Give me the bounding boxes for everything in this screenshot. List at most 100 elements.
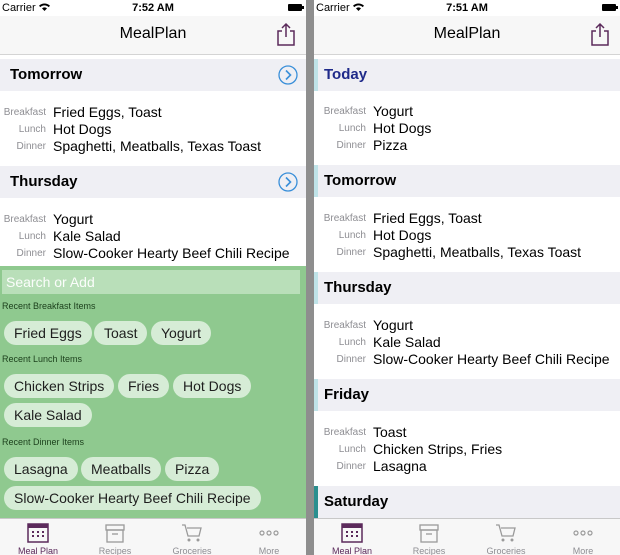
meal-row-breakfast[interactable]: Breakfast Toast [314, 424, 620, 441]
meal-value: Yogurt [373, 317, 413, 333]
meal-label: Dinner [336, 140, 366, 151]
tab-meal-plan[interactable]: Meal Plan [0, 519, 76, 555]
nav-title: MealPlan [119, 25, 187, 42]
meal-row-lunch[interactable]: Lunch Chicken Strips, Fries [314, 441, 620, 458]
chevron-right-icon[interactable] [278, 65, 298, 85]
meal-label: Breakfast [323, 320, 366, 331]
day-accent-bar [314, 165, 318, 197]
meal-row-lunch[interactable]: Lunch Hot Dogs [314, 120, 620, 137]
battery-icon [602, 4, 618, 11]
chip-meatballs[interactable]: Meatballs [81, 457, 161, 481]
day-accent-bar [314, 379, 318, 411]
tab-bar: Meal Plan Recipes Groceries More [314, 518, 620, 555]
tab-recipes[interactable]: Recipes [77, 519, 153, 555]
meal-row-breakfast[interactable]: Breakfast Yogurt [314, 103, 620, 120]
recent-dinner-title: Recent Dinner Items [2, 437, 85, 447]
meal-value: Kale Salad [373, 334, 441, 350]
chip-fried-eggs[interactable]: Fried Eggs [4, 321, 92, 345]
tab-bar: Meal Plan Recipes Groceries More [0, 518, 306, 555]
meal-row-dinner[interactable]: Dinner Slow-Cooker Hearty Beef Chili Reci… [314, 351, 620, 368]
meal-value: Yogurt [373, 103, 413, 119]
meal-label: Breakfast [323, 427, 366, 438]
tab-more[interactable]: More [231, 519, 306, 555]
search-box[interactable] [2, 270, 300, 294]
chip-lasagna[interactable]: Lasagna [4, 457, 78, 481]
meal-row-lunch[interactable]: Lunch Kale Salad [314, 334, 620, 351]
cart-icon [495, 522, 517, 544]
chip-toast[interactable]: Toast [94, 321, 148, 345]
meal-row-breakfast[interactable]: Breakfast Fried Eggs, Toast [0, 104, 306, 121]
chip-chicken-strips[interactable]: Chicken Strips [4, 374, 115, 398]
tab-label: Recipes [98, 546, 132, 555]
meal-value: Chicken Strips, Fries [373, 441, 503, 457]
day-header-thursday[interactable]: Thursday [314, 272, 620, 304]
share-icon[interactable] [276, 22, 296, 46]
meal-row-breakfast[interactable]: Breakfast Yogurt [314, 317, 620, 334]
meal-label: Lunch [338, 337, 366, 348]
search-input[interactable] [2, 270, 300, 294]
tab-recipes[interactable]: Recipes [391, 519, 467, 555]
meal-label: Breakfast [323, 213, 366, 224]
day-header-today[interactable]: Today [314, 59, 620, 91]
chip-yogurt[interactable]: Yogurt [151, 321, 211, 345]
meal-value: Pizza [373, 137, 408, 153]
meal-row-dinner[interactable]: Dinner Pizza [314, 137, 620, 154]
cart-icon [181, 522, 203, 544]
meal-value: Yogurt [53, 211, 93, 227]
day-header-thursday[interactable]: Thursday [0, 166, 306, 198]
day-label: Thursday [324, 279, 392, 296]
left-phone-screen: Carrier 7:52 AM MealPlan Tomorrow Breakf… [0, 0, 306, 555]
meal-label: Lunch [18, 231, 46, 242]
tab-label: Meal Plan [331, 546, 373, 555]
meal-label: Breakfast [3, 107, 46, 118]
calendar-icon [27, 522, 49, 544]
tab-groceries[interactable]: Groceries [468, 519, 544, 555]
meal-row-breakfast[interactable]: Breakfast Fried Eggs, Toast [314, 210, 620, 227]
day-header-tomorrow[interactable]: Tomorrow [0, 59, 306, 91]
chip-hot-dogs[interactable]: Hot Dogs [173, 374, 252, 398]
day-label: Friday [324, 386, 370, 403]
tab-label: More [258, 546, 280, 555]
tab-label: Recipes [412, 546, 446, 555]
nav-bar: MealPlan [314, 16, 620, 55]
meal-row-dinner[interactable]: Dinner Spaghetti, Meatballs, Texas Toast [0, 138, 306, 155]
meal-row-lunch[interactable]: Lunch Hot Dogs [0, 121, 306, 138]
meal-value: Lasagna [373, 458, 427, 474]
tab-label: Groceries [486, 546, 526, 555]
meal-label: Lunch [338, 230, 366, 241]
meal-row-dinner[interactable]: Dinner Spaghetti, Meatballs, Texas Toast [314, 244, 620, 261]
meal-row-dinner[interactable]: Dinner Lasagna [314, 458, 620, 475]
chevron-right-icon[interactable] [278, 172, 298, 192]
more-icon [258, 522, 280, 544]
chip-fries[interactable]: Fries [118, 374, 170, 398]
chip-kale-salad[interactable]: Kale Salad [4, 403, 92, 427]
tab-meal-plan[interactable]: Meal Plan [314, 519, 390, 555]
tab-label: More [572, 546, 594, 555]
chip-slow-cooker-chili[interactable]: Slow-Cooker Hearty Beef Chili Recipe [4, 486, 261, 510]
status-time: 7:52 AM [132, 2, 174, 14]
meal-value: Spaghetti, Meatballs, Texas Toast [373, 244, 582, 260]
meal-row-dinner[interactable]: Dinner Slow-Cooker Hearty Beef Chili Reci… [0, 245, 306, 262]
meal-value: Slow-Cooker Hearty Beef Chili Recipe [53, 245, 290, 261]
meal-row-lunch[interactable]: Lunch Hot Dogs [314, 227, 620, 244]
meal-label: Dinner [336, 461, 366, 472]
screenshot-divider [306, 0, 314, 555]
nav-bar: MealPlan [0, 16, 306, 55]
day-header-friday[interactable]: Friday [314, 379, 620, 411]
meal-row-breakfast[interactable]: Breakfast Yogurt [0, 211, 306, 228]
meal-label: Dinner [16, 248, 46, 259]
recent-lunch-title: Recent Lunch Items [2, 354, 83, 364]
right-phone-screen: Carrier 7:51 AM MealPlan Today Breakfast… [314, 0, 620, 555]
tab-label: Meal Plan [17, 546, 59, 555]
tab-groceries[interactable]: Groceries [154, 519, 230, 555]
meal-label: Lunch [338, 444, 366, 455]
day-header-saturday[interactable]: Saturday [314, 486, 620, 518]
meal-value: Spaghetti, Meatballs, Texas Toast [53, 138, 262, 154]
chip-pizza[interactable]: Pizza [165, 457, 220, 481]
meal-value: Kale Salad [53, 228, 121, 244]
meal-value: Fried Eggs, Toast [373, 210, 482, 226]
tab-more[interactable]: More [545, 519, 620, 555]
meal-row-lunch[interactable]: Lunch Kale Salad [0, 228, 306, 245]
day-header-tomorrow[interactable]: Tomorrow [314, 165, 620, 197]
share-icon[interactable] [590, 22, 610, 46]
